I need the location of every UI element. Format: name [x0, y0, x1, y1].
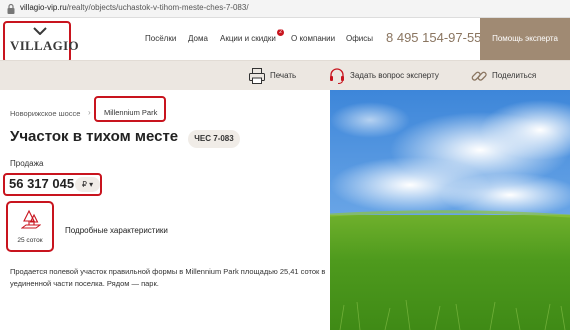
- breadcrumb-highway[interactable]: Новорижское шоссе: [10, 109, 80, 118]
- breadcrumb-separator: ›: [88, 108, 91, 117]
- listing-code-badge: ЧЕС 7-083: [188, 130, 240, 148]
- price-highlight: 56 317 045 ₽ ▾: [3, 173, 102, 196]
- plot-photo-image: [330, 90, 570, 330]
- plot-trees-icon: [21, 209, 41, 229]
- sale-label: Продажа: [10, 159, 44, 168]
- logo-text: VILLAGIO: [10, 38, 79, 53]
- area-highlight: 25 соток: [6, 201, 54, 252]
- print-label: Печать: [270, 71, 297, 80]
- print-button[interactable]: Печать: [248, 67, 298, 85]
- share-button[interactable]: Поделиться: [470, 67, 540, 85]
- listing-description: Продается полевой участок правильной фор…: [10, 267, 326, 288]
- site-header: VILLAGIO Посёлки Дома Акции и скидки 2 О…: [0, 18, 570, 63]
- nav-offices[interactable]: Офисы: [346, 34, 373, 43]
- nav-houses[interactable]: Дома: [188, 34, 208, 43]
- lock-icon: [7, 3, 15, 14]
- browser-address-bar[interactable]: villagio-vip.ru/realty/objects/uchastok-…: [0, 0, 570, 18]
- headset-icon: [330, 68, 344, 84]
- page-title: Участок в тихом месте: [10, 128, 179, 145]
- address-url: villagio-vip.ru/realty/objects/uchastok-…: [20, 3, 249, 12]
- area-value: 25 соток: [17, 237, 43, 244]
- price-value: 56 317 045: [9, 176, 75, 191]
- nav-promotions[interactable]: Акции и скидки: [220, 34, 276, 43]
- expert-help-button[interactable]: Помощь эксперта: [480, 18, 570, 60]
- phone-number[interactable]: 8 495 154-97-55: [386, 30, 481, 45]
- logo-chevron-icon: [33, 27, 47, 35]
- logo[interactable]: VILLAGIO: [3, 21, 79, 63]
- link-icon: [471, 71, 487, 81]
- nav-villages[interactable]: Посёлки: [145, 34, 176, 43]
- nav-about[interactable]: О компании: [291, 34, 335, 43]
- printer-icon: [249, 68, 265, 84]
- breadcrumb-current-highlight: Millennium Park: [94, 96, 166, 122]
- currency-selector[interactable]: ₽ ▾: [75, 177, 100, 192]
- plot-photo[interactable]: [330, 90, 570, 330]
- promotions-count-badge: 2: [277, 29, 284, 36]
- ask-expert-label: Задать вопрос эксперту: [350, 71, 439, 80]
- details-link[interactable]: Подробные характеристики: [65, 226, 168, 235]
- breadcrumb-village[interactable]: Millennium Park: [104, 108, 157, 117]
- action-bar: Печать Задать вопрос эксперту Поделиться: [0, 60, 570, 90]
- ask-expert-button[interactable]: Задать вопрос эксперту: [328, 67, 446, 85]
- share-label: Поделиться: [492, 71, 537, 80]
